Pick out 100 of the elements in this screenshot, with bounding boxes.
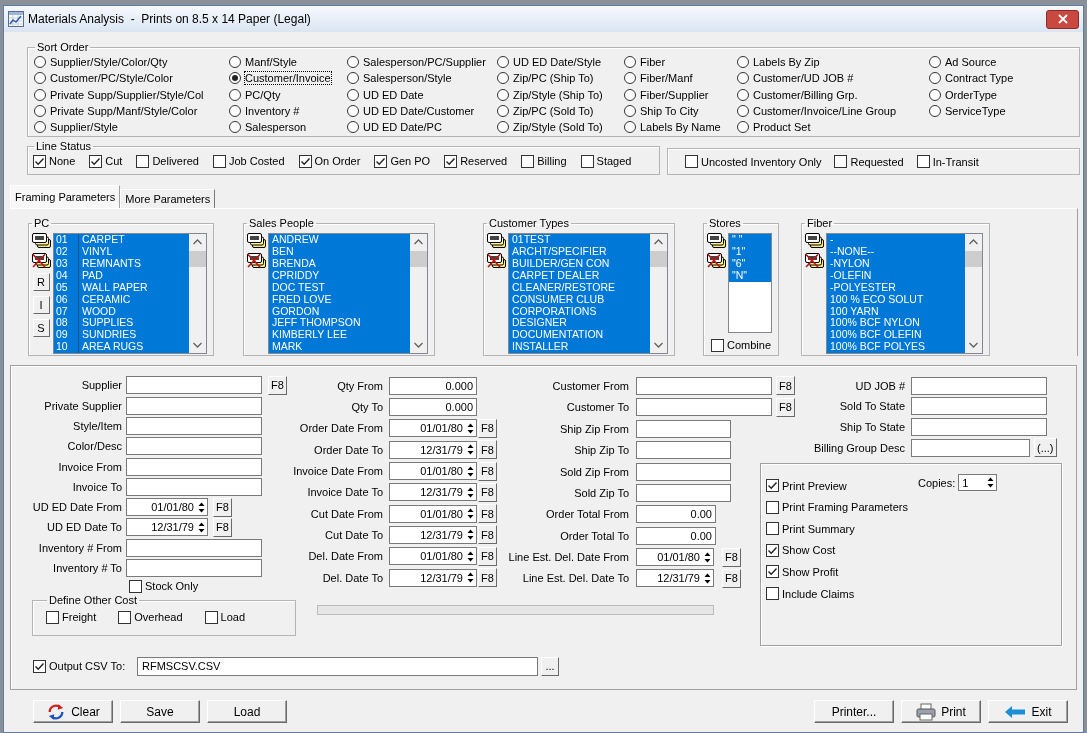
text-field[interactable] (636, 441, 731, 460)
checkbox[interactable]: Freight (46, 609, 97, 626)
list-item[interactable]: DOCUMENTATION (509, 329, 650, 342)
action-button[interactable]: Save (120, 700, 200, 724)
side-button[interactable]: I (32, 296, 50, 315)
number-field[interactable]: 0.000 (389, 398, 477, 417)
checkbox[interactable]: Reserved (444, 153, 508, 170)
scroll-thumb[interactable] (650, 251, 667, 268)
number-field[interactable]: 0.000 (389, 376, 477, 395)
scrollbar[interactable] (965, 234, 982, 354)
date-spin-field[interactable]: 01/01/80 (636, 548, 714, 567)
radio-button[interactable]: Private Supp/Manf/Style/Color (34, 102, 198, 119)
scrollbar[interactable] (410, 234, 427, 354)
text-field[interactable] (911, 417, 1047, 436)
checkbox[interactable]: In-Transit (916, 153, 979, 170)
field-button[interactable]: F8 (478, 482, 497, 502)
spin-arrows-icon[interactable] (466, 421, 475, 436)
radio-button[interactable]: Ship To City (624, 102, 699, 119)
text-field[interactable] (636, 462, 731, 481)
text-field[interactable] (911, 397, 1047, 416)
text-field[interactable] (126, 538, 262, 557)
list-item[interactable]: ANDREW (269, 234, 410, 247)
checkbox[interactable]: Load (204, 609, 246, 626)
text-field[interactable] (126, 477, 262, 496)
radio-button[interactable]: UD ED Date/Style (497, 54, 602, 71)
field-button[interactable]: (...) (1034, 438, 1057, 458)
checkbox[interactable]: Combine (711, 337, 772, 354)
field-button[interactable]: F8 (478, 546, 497, 566)
field-button[interactable]: F8 (478, 568, 497, 588)
radio-button[interactable]: Customer/UD JOB # (737, 70, 854, 87)
list-item[interactable]: 02 VINYL (54, 246, 189, 259)
cards-icon[interactable] (706, 233, 726, 249)
copies-field[interactable]: 1 (958, 474, 998, 492)
radio-button[interactable]: PC/Qty (229, 86, 281, 103)
list-item[interactable]: --NONE-- (827, 246, 965, 259)
action-button[interactable]: Printer... (814, 700, 894, 724)
list-item[interactable]: BRENDA (269, 258, 410, 270)
field-button[interactable]: F8 (478, 440, 497, 460)
list-item[interactable]: 01 CARPET (54, 234, 189, 247)
checkbox[interactable]: Cut (89, 153, 123, 170)
date-spin-field[interactable]: 12/31/79 (389, 483, 477, 502)
checkbox[interactable]: Include Claims (766, 582, 855, 605)
scrollbar[interactable] (650, 234, 667, 354)
date-spin-field[interactable]: 01/01/80 (389, 462, 477, 481)
radio-button[interactable]: OrderType (929, 86, 997, 103)
radio-button[interactable]: Customer/Billing Grp. (737, 86, 858, 103)
side-button[interactable]: S (32, 319, 50, 338)
radio-button[interactable]: Product Set (737, 119, 811, 136)
checkbox[interactable]: Print Summary (766, 518, 855, 540)
field-button[interactable]: F8 (478, 504, 497, 524)
scroll-thumb[interactable] (189, 251, 206, 268)
text-field[interactable] (636, 483, 731, 502)
field-button[interactable]: F8 (478, 419, 497, 438)
list-item[interactable]: 03 REMNANTS (54, 258, 189, 270)
radio-button[interactable]: Customer/PC/Style/Color (34, 70, 173, 87)
radio-button[interactable]: Salesperson/Style (347, 70, 452, 87)
radio-button[interactable]: Fiber/Supplier (624, 86, 709, 103)
list-item[interactable]: 100% BCF POLYES (827, 341, 965, 354)
list-item[interactable]: -NYLON (827, 258, 965, 270)
text-field[interactable] (126, 437, 262, 456)
side-button[interactable]: R (32, 273, 50, 292)
list-item[interactable]: BEN (269, 246, 410, 259)
list-item[interactable]: 08 SUPPLIES (54, 317, 189, 330)
list-item[interactable]: "6" (729, 258, 771, 270)
scroll-thumb[interactable] (410, 251, 427, 268)
checkbox[interactable]: Overhead (118, 609, 183, 626)
radio-button[interactable]: Inventory # (229, 102, 300, 119)
radio-button[interactable]: Customer/Invoice (229, 70, 331, 87)
radio-button[interactable]: Zip/PC (Sold To) (497, 102, 594, 119)
scroll-thumb[interactable] (965, 251, 982, 268)
cards-crossed-icon[interactable] (246, 253, 266, 269)
list-item[interactable]: 09 SUNDRIES (54, 329, 189, 342)
radio-button[interactable]: Ad Source (929, 54, 997, 71)
cards-crossed-icon[interactable] (706, 253, 726, 269)
field-button[interactable]: F8 (722, 547, 741, 567)
text-field[interactable] (126, 457, 262, 476)
checkbox[interactable]: Print Preview (766, 474, 847, 497)
checkbox[interactable]: Billing (521, 153, 567, 170)
exit-button[interactable]: Exit (988, 700, 1068, 724)
radio-button[interactable]: Fiber/Manf (624, 70, 693, 87)
checkbox[interactable]: Stock Only (129, 578, 199, 595)
list-item[interactable]: DESIGNER (509, 317, 650, 330)
text-field[interactable]: RFMSCSV.CSV (137, 656, 538, 676)
list-item[interactable]: - (827, 234, 965, 247)
radio-button[interactable]: Zip/Style (Sold To) (497, 119, 603, 136)
checkbox[interactable]: Delivered (136, 153, 199, 170)
cards-icon[interactable] (486, 233, 506, 249)
checkbox[interactable]: Gen PO (374, 153, 431, 170)
cards-icon[interactable] (804, 233, 824, 249)
list-item[interactable]: KIMBERLY LEE (269, 329, 410, 342)
radio-button[interactable]: ServiceType (929, 102, 1006, 119)
text-field[interactable] (126, 376, 262, 395)
list-item[interactable]: BUILDER/GEN CON (509, 258, 650, 270)
date-spin-field[interactable]: 01/01/80 (389, 419, 477, 438)
action-button[interactable]: Load (207, 700, 287, 724)
text-field[interactable] (126, 417, 262, 435)
text-field[interactable] (911, 438, 1030, 457)
text-field[interactable] (126, 396, 262, 415)
date-spin-field[interactable]: 01/01/80 (389, 547, 477, 566)
close-button[interactable] (1046, 9, 1079, 29)
